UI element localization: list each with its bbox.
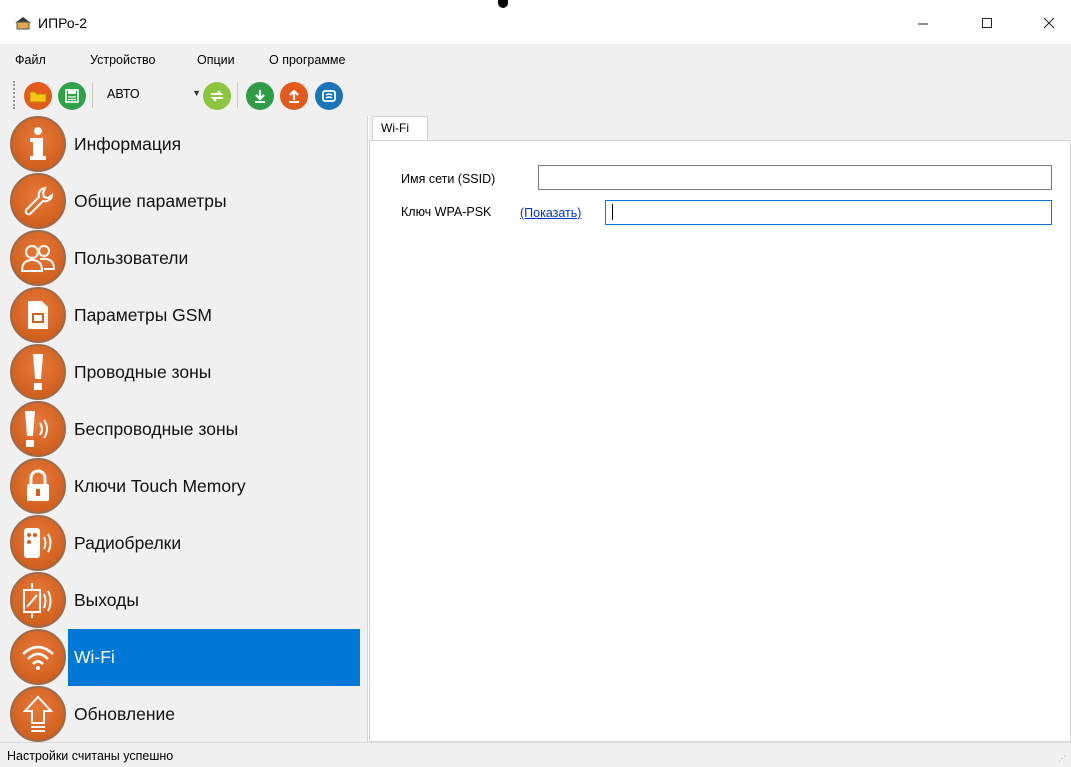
sidebar-item-touch-memory[interactable]: Ключи Touch Memory	[8, 458, 360, 515]
sidebar-item-label: Проводные зоны	[74, 362, 212, 382]
app-icon	[15, 17, 31, 30]
folder-icon	[29, 91, 47, 103]
text-caret	[612, 204, 613, 220]
relay-output-icon	[10, 572, 66, 628]
sidebar-item-wired-zones[interactable]: Проводные зоны	[8, 344, 360, 401]
remote-fob-icon	[10, 515, 66, 571]
sidebar-item-label: Параметры GSM	[74, 305, 213, 325]
exclamation-icon	[10, 344, 66, 400]
users-icon	[10, 230, 66, 286]
sidebar-item-info[interactable]: Информация	[8, 116, 360, 173]
sidebar-item-label: Ключи Touch Memory	[74, 476, 246, 496]
wpa-key-label: Ключ WPA-PSK	[401, 205, 492, 219]
maximize-icon	[982, 18, 992, 28]
status-bar: Настройки считаны успешно ⋰	[0, 742, 1071, 767]
chevron-down-icon: ▼	[192, 88, 201, 98]
chip-icon	[322, 90, 336, 102]
menu-device[interactable]: Устройство	[90, 53, 155, 67]
sidebar-item-label: Радиобрелки	[74, 533, 182, 553]
title-bar-artifact	[498, 0, 508, 8]
sidebar-item-label: Обновление	[74, 704, 176, 724]
sidebar-item-gsm[interactable]: Параметры GSM	[8, 287, 360, 344]
sim-card-icon	[10, 287, 66, 343]
window-title: ИПРо-2	[38, 15, 88, 31]
wpa-key-input[interactable]	[605, 200, 1052, 225]
minimize-button[interactable]	[900, 8, 946, 38]
write-button[interactable]	[280, 82, 308, 110]
sidebar-item-outputs[interactable]: Выходы	[8, 572, 360, 629]
tab-wifi[interactable]: Wi-Fi	[372, 116, 428, 140]
connect-button[interactable]	[203, 82, 231, 110]
save-button[interactable]	[58, 82, 86, 110]
upload-icon	[289, 89, 299, 103]
wifi-icon	[10, 629, 66, 685]
ssid-label: Имя сети (SSID)	[401, 172, 496, 186]
lock-icon	[10, 458, 66, 514]
firmware-button[interactable]	[315, 82, 343, 110]
wireless-exclamation-icon	[10, 401, 66, 457]
maximize-button[interactable]	[964, 8, 1010, 38]
sidebar-item-general[interactable]: Общие параметры	[8, 173, 360, 230]
menu-bar: Файл Устройство Опции О программе	[0, 44, 1071, 74]
title-bar: ИПРо-2	[0, 0, 1071, 44]
tab-label: Wi-Fi	[381, 121, 409, 135]
sidebar-item-label: Wi-Fi	[74, 647, 115, 667]
ssid-input[interactable]	[538, 165, 1052, 190]
read-button[interactable]	[246, 82, 274, 110]
upload-arrow-icon	[10, 686, 66, 742]
menu-file[interactable]: Файл	[15, 53, 46, 67]
mode-combobox[interactable]: АВТО ▼	[99, 84, 205, 106]
toolbar-grip[interactable]	[13, 81, 16, 109]
sidebar-item-label: Беспроводные зоны	[74, 419, 239, 439]
sidebar-item-fobs[interactable]: Радиобрелки	[8, 515, 360, 572]
show-key-link[interactable]: (Показать)	[520, 206, 581, 220]
sidebar-item-users[interactable]: Пользователи	[8, 230, 360, 287]
minimize-icon	[918, 23, 928, 25]
sidebar-item-update[interactable]: Обновление	[8, 686, 360, 743]
exchange-arrows-icon	[210, 90, 224, 102]
mode-value: АВТО	[107, 87, 140, 101]
toolbar-separator	[92, 82, 93, 108]
close-button[interactable]	[1026, 8, 1071, 38]
open-button[interactable]	[24, 82, 52, 110]
close-icon	[1043, 17, 1055, 29]
status-text: Настройки считаны успешно	[7, 749, 174, 763]
download-icon	[255, 90, 265, 103]
toolbar: АВТО ▼	[0, 74, 1071, 116]
sidebar-item-wifi[interactable]: Wi-Fi	[8, 629, 360, 686]
sidebar: Информация Общие параметры Пользователи …	[0, 116, 368, 742]
wrench-icon	[10, 173, 66, 229]
menu-options[interactable]: Опции	[197, 53, 235, 67]
wifi-settings-page	[369, 140, 1071, 742]
sidebar-item-label: Общие параметры	[74, 191, 227, 211]
menu-about[interactable]: О программе	[269, 53, 345, 67]
save-icon	[65, 89, 79, 103]
sidebar-item-wireless-zones[interactable]: Беспроводные зоны	[8, 401, 360, 458]
info-icon	[10, 116, 66, 172]
sidebar-item-label: Выходы	[74, 590, 139, 610]
sidebar-item-label: Пользователи	[74, 248, 189, 268]
resize-grip-icon[interactable]: ⋰	[1058, 754, 1068, 764]
sidebar-item-label: Информация	[74, 134, 182, 154]
toolbar-separator	[237, 82, 238, 108]
